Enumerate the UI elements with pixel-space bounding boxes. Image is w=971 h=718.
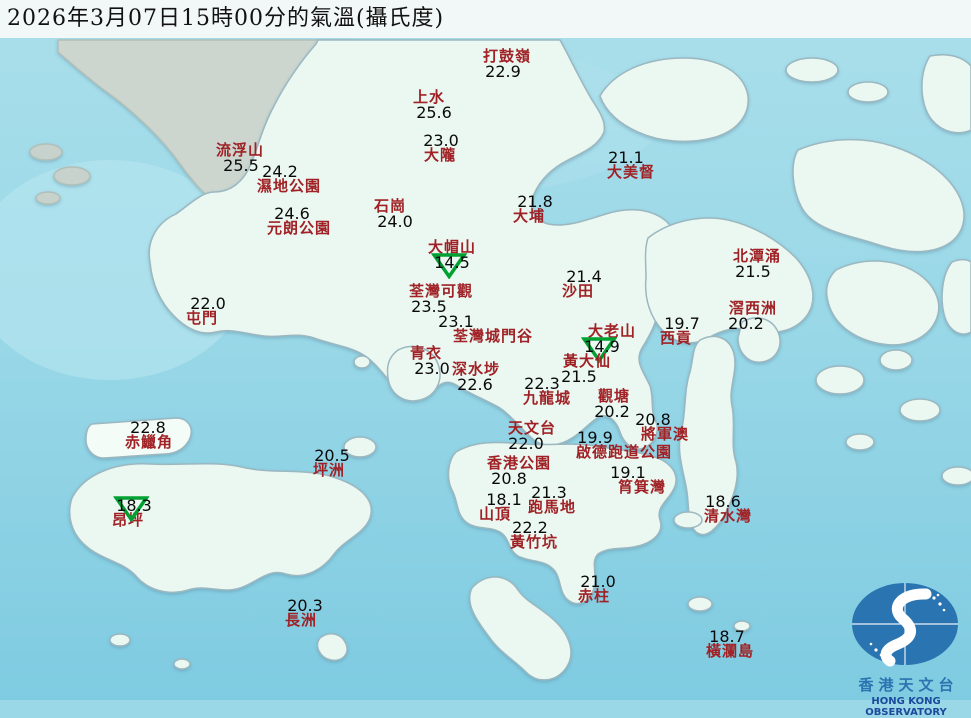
- station-name-label: 九龍城: [523, 391, 571, 406]
- station-name-label: 啟德跑道公園: [576, 445, 672, 460]
- station-temp-value: 22.8: [124, 420, 172, 435]
- station-name-label: 大埔: [511, 209, 547, 224]
- station-name-label: 元朗公園: [267, 221, 331, 236]
- station-marker: 20.3長洲: [283, 598, 319, 628]
- station-temp-value: 21.1: [602, 150, 650, 165]
- station-name-label: 跑馬地: [528, 500, 576, 515]
- station-temp-value: 18.1: [486, 492, 522, 507]
- station-marker: 18.6清水灣: [704, 494, 752, 524]
- station-marker: 大帽山14.5: [428, 240, 476, 270]
- station-marker: 滘西洲20.2: [729, 301, 777, 331]
- station-marker: 24.6元朗公園: [267, 206, 331, 236]
- station-marker: 觀塘20.2: [596, 389, 632, 419]
- station-marker: 香港公園20.8: [487, 456, 551, 486]
- station-temp-value: 22.6: [451, 377, 499, 392]
- station-marker: 21.3跑馬地: [528, 485, 576, 515]
- station-temp-value: 23.0: [414, 361, 450, 376]
- station-temp-value: 23.0: [423, 133, 459, 148]
- station-marker: 22.8赤鱲角: [125, 420, 173, 450]
- station-temp-value: 21.3: [525, 485, 573, 500]
- station-marker: 打鼓嶺22.9: [483, 49, 531, 79]
- hko-logo-english: HONG KONG OBSERVATORY: [841, 696, 971, 718]
- hongkong-map: [0, 0, 971, 700]
- station-name-label: 大隴: [422, 148, 458, 163]
- station-name-label: 橫瀾島: [706, 644, 754, 659]
- station-temp-value: 22.9: [479, 64, 527, 79]
- station-marker: 22.2黃竹坑: [510, 520, 558, 550]
- station-temp-value: 21.0: [580, 574, 616, 589]
- station-name-label: 清水灣: [704, 509, 752, 524]
- station-name-label: 長洲: [283, 613, 319, 628]
- station-temp-value: 22.2: [506, 520, 554, 535]
- station-name-label: 大美督: [607, 165, 655, 180]
- hko-logo-chinese: 香港天文台: [841, 674, 971, 695]
- station-temp-value: 22.0: [502, 436, 550, 451]
- station-marker: 19.9啟德跑道公園: [576, 430, 672, 460]
- station-marker: 青衣23.0: [408, 346, 444, 376]
- station-temp-value: 21.8: [517, 194, 553, 209]
- station-marker: 21.0赤柱: [576, 574, 612, 604]
- station-temp-value: 19.7: [664, 316, 700, 331]
- station-temp-value: 20.2: [594, 404, 630, 419]
- station-temp-value: 24.0: [377, 214, 413, 229]
- station-temp-value: 14.5: [428, 255, 476, 270]
- station-marker: 21.4沙田: [560, 269, 596, 299]
- station-marker: 石崗24.0: [372, 199, 408, 229]
- station-temp-value: 18.6: [699, 494, 747, 509]
- station-marker: 21.8大埔: [511, 194, 547, 224]
- station-marker: 19.7西貢: [658, 316, 694, 346]
- station-name-label: 坪洲: [311, 463, 347, 478]
- hko-logo: 香港天文台 HONG KONG OBSERVATORY: [841, 582, 971, 718]
- station-marker: 20.5坪洲: [311, 448, 347, 478]
- station-name-label: 赤柱: [576, 589, 612, 604]
- station-marker: 荃灣可觀23.5: [409, 284, 473, 314]
- station-marker: 北潭涌21.5: [733, 249, 781, 279]
- station-temp-value: 19.1: [604, 465, 652, 480]
- station-marker: 上水25.6: [411, 90, 447, 120]
- station-marker: 23.0大隴: [422, 133, 458, 163]
- station-marker: 24.2濕地公園: [257, 164, 321, 194]
- station-temp-value: 18.3: [116, 498, 152, 513]
- station-marker: 18.7橫瀾島: [706, 629, 754, 659]
- station-marker: 22.3九龍城: [523, 376, 571, 406]
- station-temp-value: 21.5: [729, 264, 777, 279]
- station-marker: 18.3昂坪: [110, 498, 146, 528]
- map-title: 2026年3月07日15時00分的氣溫(攝氏度): [0, 0, 971, 38]
- station-name-label: 濕地公園: [257, 179, 321, 194]
- station-marker: 18.1山頂: [477, 492, 513, 522]
- station-temp-value: 25.6: [416, 105, 452, 120]
- station-temp-value: 20.8: [629, 412, 677, 427]
- station-temp-value: 22.3: [518, 376, 566, 391]
- station-name-label: 黃竹坑: [510, 535, 558, 550]
- station-marker: 19.1筲箕灣: [618, 465, 666, 495]
- station-marker: 22.0屯門: [184, 296, 220, 326]
- station-name-label: 荃灣城門谷: [453, 329, 533, 344]
- station-name-label: 沙田: [560, 284, 596, 299]
- hko-emblem-icon: [846, 582, 966, 668]
- station-name-label: 筲箕灣: [618, 480, 666, 495]
- station-name-label: 赤鱲角: [125, 435, 173, 450]
- station-temp-value: 22.0: [190, 296, 226, 311]
- station-temp-value: 20.5: [314, 448, 350, 463]
- station-name-label: 西貢: [658, 331, 694, 346]
- station-marker: 21.1大美督: [607, 150, 655, 180]
- station-temp-value: 20.2: [722, 316, 770, 331]
- station-temp-value: 21.4: [566, 269, 602, 284]
- cheung-chau-island: [318, 634, 347, 661]
- station-temp-value: 18.7: [703, 629, 751, 644]
- station-marker: 大老山14.9: [588, 324, 636, 354]
- station-name-label: 屯門: [184, 311, 220, 326]
- station-temp-value: 20.3: [287, 598, 323, 613]
- station-marker: 23.1荃灣城門谷: [453, 314, 533, 344]
- temperature-map-page: { "title": "2026年3月07日15時00分的氣溫(攝氏度)", "…: [0, 0, 971, 700]
- station-marker: 深水埗22.6: [452, 362, 500, 392]
